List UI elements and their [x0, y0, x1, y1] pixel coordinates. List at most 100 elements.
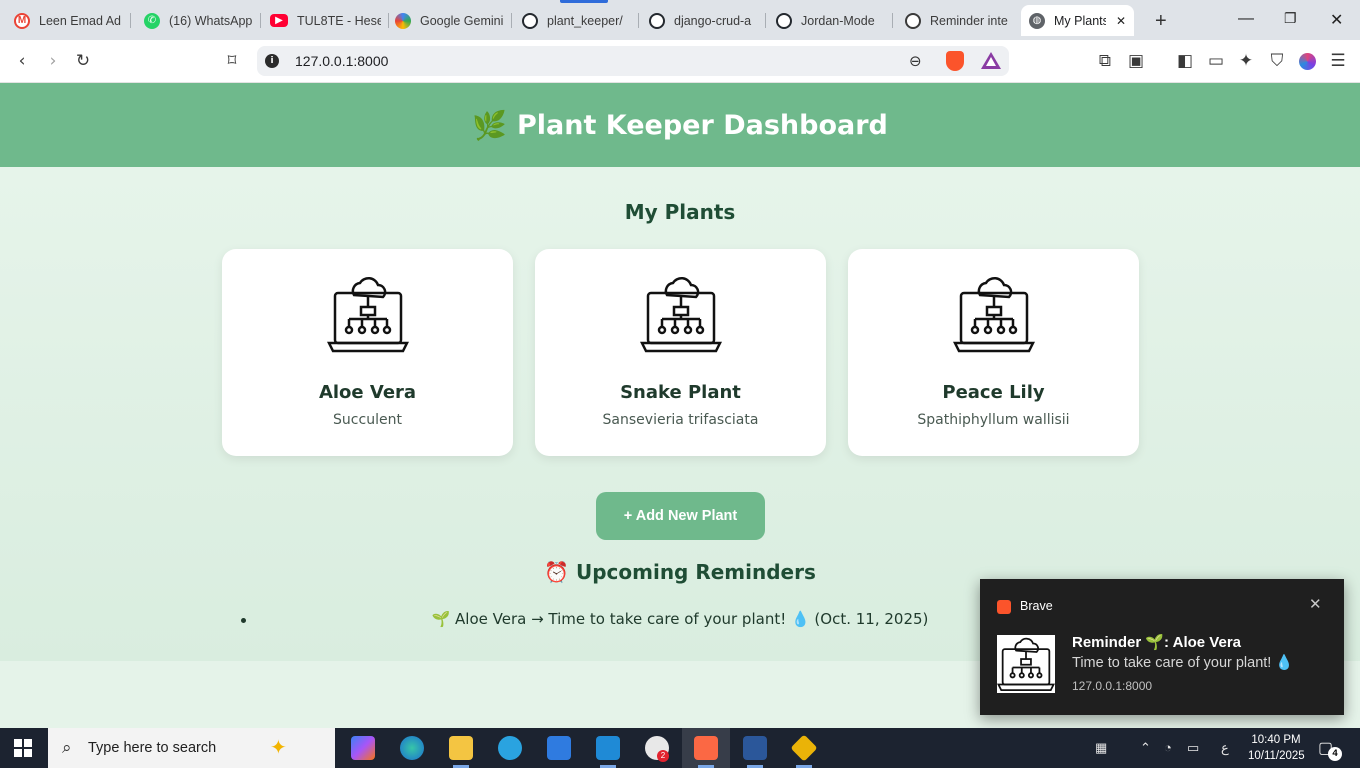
wifi-icon[interactable]: ◔ — [1164, 740, 1172, 755]
tab-gmail[interactable]: M Leen Emad Ad — [6, 8, 131, 33]
vscode-icon[interactable] — [596, 736, 620, 760]
notification-app-name: Brave — [1020, 599, 1053, 613]
brave-rewards-icon[interactable] — [981, 52, 1001, 69]
tab-separator — [511, 13, 512, 28]
tab-drag-indicator — [560, 0, 608, 3]
restore-icon[interactable]: ❐ — [1284, 10, 1297, 27]
sidebar-icon[interactable]: ◧ — [1175, 51, 1195, 71]
notification-body: Time to take care of your plant! 💧 — [1072, 655, 1294, 671]
add-plant-button[interactable]: + Add New Plant — [596, 492, 765, 540]
plant-card[interactable]: Peace Lily Spathiphyllum wallisii — [848, 249, 1139, 456]
tab-title: TUL8TE - Hese — [297, 13, 381, 28]
cloud-network-laptop-icon — [953, 276, 1035, 353]
close-tab-icon[interactable]: ✕ — [1116, 14, 1126, 28]
copilot-icon[interactable] — [351, 736, 375, 760]
address-bar[interactable]: i 127.0.0.1:8000 ⊖ — [257, 46, 1009, 76]
reload-icon[interactable]: ↻ — [73, 51, 93, 71]
tab-title: Leen Emad Ad — [39, 13, 122, 28]
new-tab-button[interactable]: + — [1155, 10, 1167, 33]
tab-separator — [638, 13, 639, 28]
extensions-icon[interactable]: ⧉ — [1095, 51, 1115, 71]
alarm-clock-icon: ⏰ — [544, 560, 569, 584]
slack-badge: 2 — [657, 750, 669, 762]
search-placeholder: Type here to search — [88, 740, 217, 756]
brave-taskbar-icon[interactable] — [682, 728, 730, 768]
tab-title: plant_keeper/ — [547, 13, 623, 28]
tab-title: django-crud-a — [674, 13, 752, 28]
github-icon — [649, 12, 665, 29]
minimize-icon[interactable]: — — [1238, 10, 1254, 28]
tab-whatsapp[interactable]: ✆ (16) WhatsApp — [136, 8, 261, 33]
battery-icon[interactable]: ▭ — [1187, 740, 1199, 756]
nvidia-tray-icon[interactable]: ▦ — [1095, 740, 1107, 756]
address-text[interactable]: 127.0.0.1:8000 — [295, 53, 388, 69]
search-highlight-icon: ✦ — [270, 735, 287, 759]
gmail-icon: M — [14, 12, 30, 29]
tab-youtube[interactable]: ▶ TUL8TE - Hese — [262, 8, 389, 33]
edge-icon[interactable] — [400, 736, 424, 760]
taskbar-search[interactable]: ⌕ Type here to search ✦ — [48, 728, 335, 768]
tab-gemini[interactable]: Google Gemini — [387, 8, 512, 33]
microsoft-store-icon[interactable] — [547, 736, 571, 760]
tab-separator — [892, 13, 893, 28]
tab-title: Reminder inte — [930, 13, 1008, 28]
tab-github-django[interactable]: django-crud-a — [641, 8, 766, 33]
tab-my-plants[interactable]: ◍ My Plants ✕ — [1021, 5, 1135, 36]
tab-strip: M Leen Emad Ad ✆ (16) WhatsApp ▶ TUL8TE … — [0, 0, 1360, 40]
tab-title: Jordan-Mode — [801, 13, 875, 28]
show-hidden-icons-icon[interactable]: ⌃ — [1140, 740, 1151, 756]
leo-ai-icon[interactable]: ✦ — [1236, 51, 1256, 71]
globe-icon: ◍ — [1029, 12, 1045, 29]
window-close-icon[interactable]: ✕ — [1330, 10, 1343, 30]
plant-card[interactable]: Aloe Vera Succulent — [222, 249, 513, 456]
file-explorer-icon[interactable] — [449, 736, 473, 760]
openai-icon — [905, 12, 921, 29]
whatsapp-icon: ✆ — [144, 12, 160, 29]
tab-separator — [765, 13, 766, 28]
input-language[interactable]: ع — [1221, 740, 1229, 756]
clock-time: 10:40 PM — [1251, 734, 1301, 746]
windows-taskbar: ⌕ Type here to search ✦ 2 ▦ ⌃ ◔ ▭ ع 10:4… — [0, 728, 1360, 768]
zoom-icon[interactable]: ⊖ — [909, 52, 922, 70]
plant-card[interactable]: Snake Plant Sansevieria trifasciata — [535, 249, 826, 456]
tab-chatgpt[interactable]: Reminder inte — [897, 8, 1022, 33]
cloud-network-laptop-icon — [997, 635, 1055, 693]
telegram-icon[interactable] — [498, 736, 522, 760]
vpn-shield-icon[interactable]: ⛉ — [1267, 51, 1287, 71]
menu-icon[interactable]: ☰ — [1328, 51, 1348, 71]
browser-toolbar: ‹ › ↻ ⌑ i 127.0.0.1:8000 ⊖ ⧉ ▣ ◧ ▭ ✦ ⛉ ☰ — [0, 40, 1360, 83]
reminders-title-text: Upcoming Reminders — [575, 560, 816, 584]
plant-species: Succulent — [333, 412, 402, 428]
leaf-icon: 🌿 — [472, 108, 507, 142]
reader-mode-icon[interactable]: ▣ — [1126, 51, 1146, 71]
plant-species: Sansevieria trifasciata — [602, 412, 759, 428]
start-button[interactable] — [14, 739, 32, 757]
plants-section-title: My Plants — [624, 200, 736, 224]
cloud-network-laptop-icon — [327, 276, 409, 353]
tab-title: My Plants — [1054, 13, 1106, 28]
taskbar-clock[interactable]: 10:40 PM 10/11/2025 — [1248, 732, 1305, 764]
tab-github-jordan[interactable]: Jordan-Mode — [768, 8, 893, 33]
git-icon[interactable] — [790, 734, 818, 762]
word-icon[interactable] — [743, 736, 767, 760]
tab-separator — [130, 13, 131, 28]
clock-date: 10/11/2025 — [1248, 750, 1305, 762]
desktop-notification[interactable]: Brave ✕ Reminder 🌱: Aloe Vera Time to ta… — [980, 579, 1344, 715]
profile-avatar-icon[interactable] — [1297, 51, 1317, 71]
search-icon: ⌕ — [62, 738, 72, 758]
youtube-icon: ▶ — [270, 14, 288, 27]
github-icon — [776, 12, 792, 29]
site-info-icon[interactable]: i — [265, 54, 279, 68]
tab-github-plant-keeper[interactable]: plant_keeper/ — [514, 8, 639, 33]
tab-separator — [260, 13, 261, 28]
plant-name: Aloe Vera — [318, 382, 417, 403]
forward-icon[interactable]: › — [43, 51, 63, 71]
wallet-icon[interactable]: ▭ — [1206, 51, 1226, 71]
github-icon — [522, 12, 538, 29]
notification-count-badge: 4 — [1328, 747, 1342, 761]
plant-name: Peace Lily — [942, 382, 1045, 403]
bookmark-icon[interactable]: ⌑ — [222, 51, 242, 71]
back-icon[interactable]: ‹ — [12, 51, 32, 71]
brave-shields-icon[interactable] — [946, 51, 964, 71]
notification-close-icon[interactable]: ✕ — [1309, 595, 1322, 613]
